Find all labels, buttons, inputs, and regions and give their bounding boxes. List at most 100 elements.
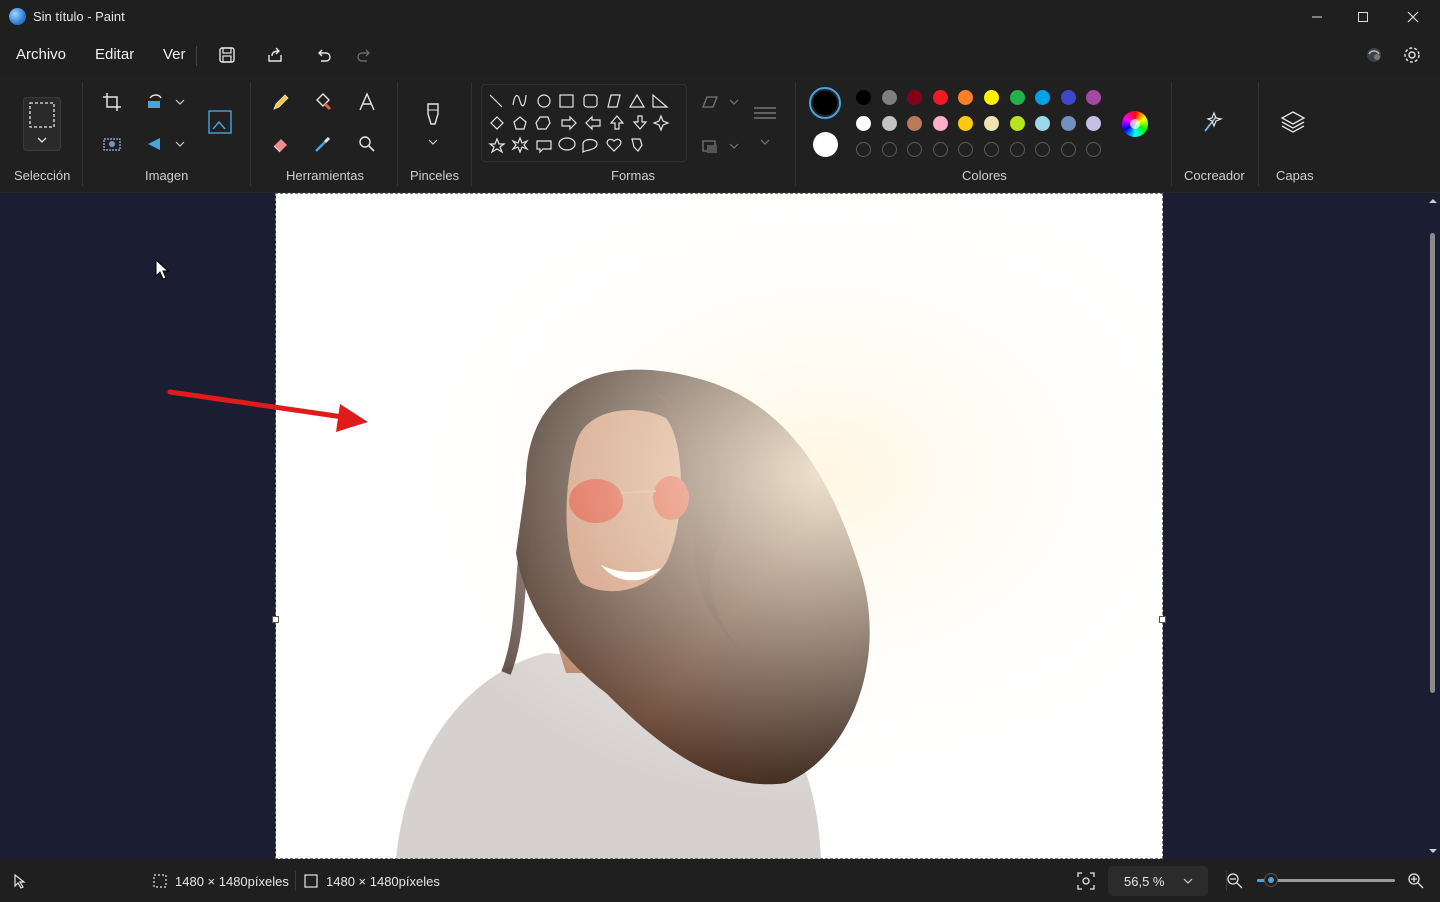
color-swatch[interactable] [881,90,897,105]
rotate-icon[interactable] [141,88,169,116]
color-swatch[interactable] [1035,90,1051,105]
empty-color-slot[interactable] [1035,142,1051,157]
ribbon-separator [82,82,83,186]
color-picker-icon[interactable] [309,130,337,158]
zoom-in-icon[interactable] [1407,872,1425,890]
zoom-slider-track[interactable] [1257,873,1395,887]
empty-color-slot[interactable] [856,142,871,157]
brush-icon[interactable] [419,100,447,128]
primary-color-selector[interactable] [809,87,841,119]
zoom-level-dropdown[interactable]: 56,5 % [1108,866,1208,896]
minimize-button[interactable] [1294,0,1340,34]
resize-handle-right[interactable] [1159,616,1166,623]
text-icon[interactable] [353,88,381,116]
color-swatch[interactable] [984,90,999,105]
empty-color-slot[interactable] [984,142,999,157]
account-icon[interactable] [1358,40,1390,70]
color-swatch[interactable] [1009,90,1025,105]
brushes-chevron-down-icon[interactable] [419,128,447,156]
color-swatch[interactable] [932,116,948,131]
menu-file[interactable]: Archivo [16,46,66,63]
rotate-chevron-down-icon[interactable] [166,88,194,116]
paint-app-icon [9,8,26,25]
color-swatch[interactable] [856,116,871,131]
fill-chevron-down-icon[interactable] [720,132,748,160]
crop-icon[interactable] [98,88,126,116]
selection-size-text: 1480 × 1480píxeles [175,874,289,889]
secondary-color-swatch[interactable] [813,132,838,157]
zoom-slider-thumb[interactable] [1263,873,1278,887]
edit-colors-button[interactable] [1122,111,1148,137]
empty-color-slot[interactable] [1060,142,1076,157]
pointer-position-icon [14,873,26,889]
image-group-label: Imagen [145,168,189,183]
color-swatch[interactable] [1035,116,1051,131]
empty-color-slot[interactable] [958,142,974,157]
color-swatch[interactable] [932,90,948,105]
remove-background-icon[interactable] [98,130,126,158]
shapes-gallery[interactable] [481,84,687,162]
color-swatch[interactable] [907,116,923,131]
ribbon-separator [250,82,251,186]
menu-bar: Archivo Editar Ver [0,34,1440,76]
tools-group-label: Herramientas [286,168,365,183]
menu-edit[interactable]: Editar [95,46,134,63]
stroke-size-icon[interactable] [751,100,779,128]
close-button[interactable] [1390,0,1436,34]
undo-icon[interactable] [307,40,339,70]
flip-icon[interactable] [141,130,169,158]
redo-icon[interactable] [349,40,381,70]
colors-group-label: Colores [962,168,1007,183]
resize-handle-left[interactable] [272,616,279,623]
empty-color-slot[interactable] [932,142,948,157]
canvas-size-text: 1480 × 1480píxeles [326,874,440,889]
resize-image-icon[interactable] [206,108,234,136]
status-divider [295,871,296,891]
cocreator-icon[interactable] [1199,108,1227,136]
color-swatch[interactable] [984,116,999,131]
empty-color-slot[interactable] [1009,142,1025,157]
color-swatch[interactable] [1009,116,1025,131]
primary-color-swatch [813,91,837,115]
color-swatch[interactable] [881,116,897,131]
scrollbar-thumb[interactable] [1430,233,1435,693]
canvas-size-icon [304,874,318,888]
ribbon-separator [1258,82,1259,186]
empty-color-slot[interactable] [881,142,897,157]
fit-to-window-icon[interactable] [1077,872,1095,890]
color-swatch[interactable] [1060,90,1076,105]
color-swatch[interactable] [1086,90,1102,105]
eraser-icon[interactable] [267,130,295,158]
shapes-group-label: Formas [611,168,656,183]
window-title: Sin título - Paint [33,9,125,24]
share-icon[interactable] [259,40,291,70]
drawing-canvas[interactable] [276,193,1163,859]
fill-bucket-icon[interactable] [309,88,337,116]
outline-chevron-down-icon[interactable] [720,88,748,116]
magnifier-icon[interactable] [353,130,381,158]
settings-gear-icon[interactable] [1396,40,1428,70]
vertical-scrollbar[interactable] [1426,193,1440,859]
zoom-out-icon[interactable] [1226,872,1244,890]
color-swatch[interactable] [958,90,974,105]
empty-color-slot[interactable] [907,142,923,157]
color-swatch[interactable] [1060,116,1076,131]
stroke-size-chevron-down-icon[interactable] [751,128,779,156]
color-swatch[interactable] [958,116,974,131]
flip-chevron-down-icon[interactable] [166,130,194,158]
selection-size-icon [153,874,167,888]
save-icon[interactable] [211,40,243,70]
zoom-level-value: 56,5 % [1124,874,1165,889]
menu-view[interactable]: Ver [163,46,186,63]
brushes-group-label: Pinceles [410,168,460,183]
pencil-icon[interactable] [267,88,295,116]
menu-divider [196,46,197,66]
maximize-button[interactable] [1340,0,1386,34]
color-swatch[interactable] [856,90,871,105]
selection-button[interactable] [23,97,61,151]
layers-icon[interactable] [1279,108,1307,136]
scroll-up-icon [1429,199,1437,203]
color-swatch[interactable] [907,90,923,105]
color-swatch[interactable] [1086,116,1102,131]
empty-color-slot[interactable] [1086,142,1102,157]
